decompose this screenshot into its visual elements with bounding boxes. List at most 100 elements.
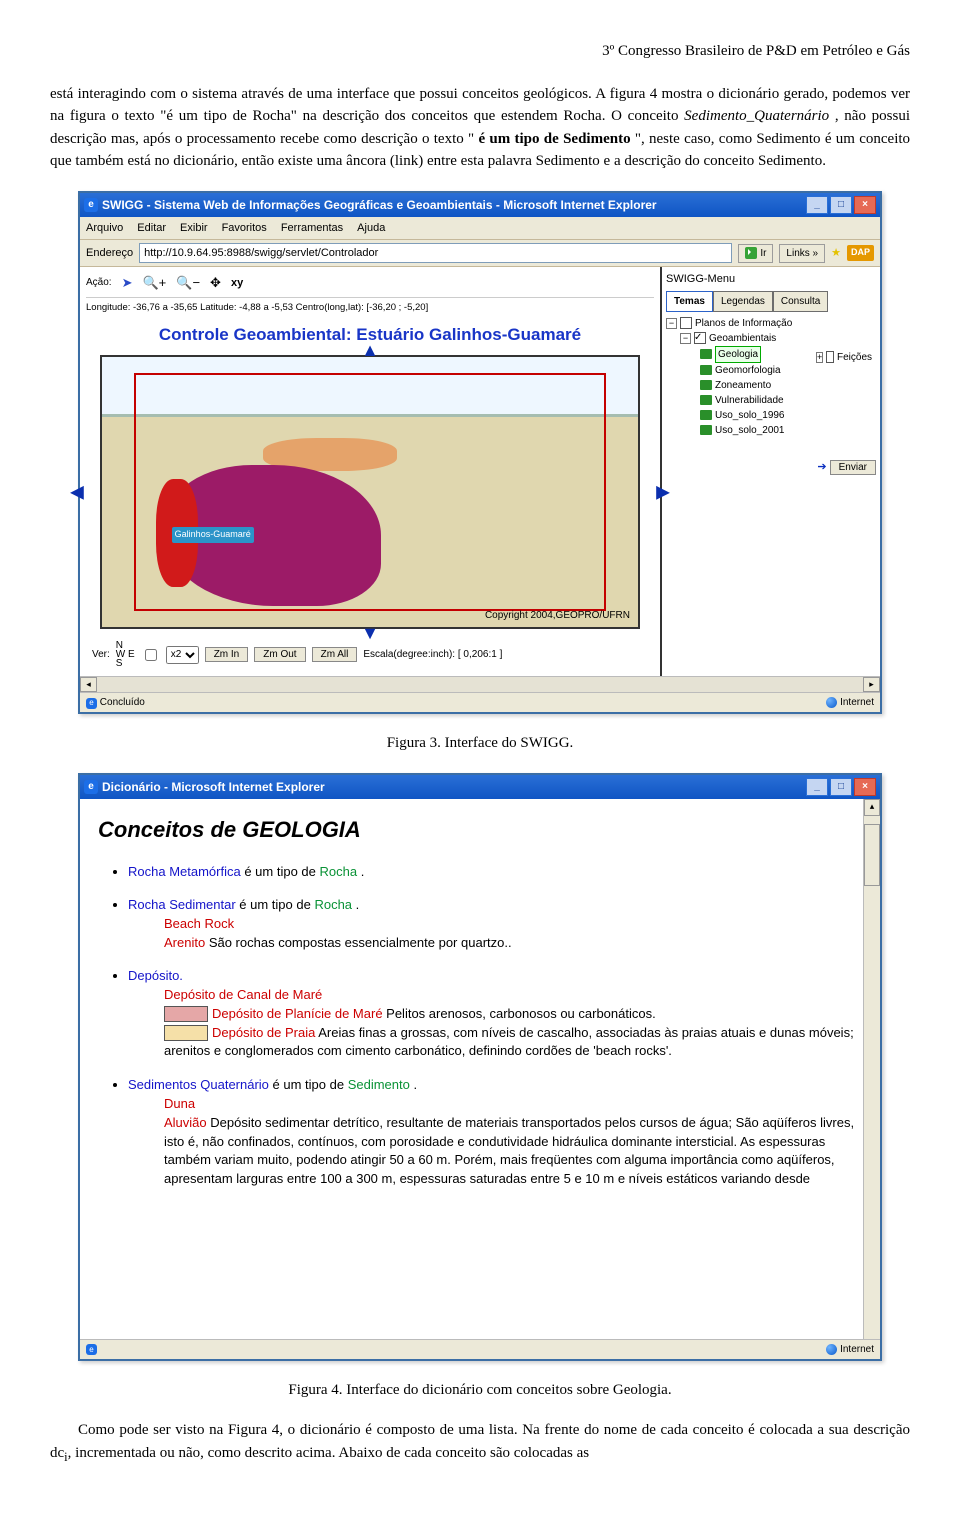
page-icon: e bbox=[86, 1344, 97, 1355]
subconcept: Depósito de Planície de Maré bbox=[212, 1006, 383, 1021]
compass-icon: NW ES bbox=[116, 641, 135, 668]
scroll-track[interactable] bbox=[97, 677, 863, 692]
ie-logo-icon: e bbox=[84, 780, 98, 794]
dap-button[interactable]: DAP bbox=[847, 245, 874, 261]
vscrollbar[interactable]: ▴ bbox=[863, 799, 880, 1339]
concept-link[interactable]: Rocha bbox=[314, 897, 352, 912]
subconcept-desc: Depósito sedimentar detrítico, resultant… bbox=[164, 1115, 854, 1187]
menu-arquivo[interactable]: Arquivo bbox=[86, 220, 123, 237]
maximize-button[interactable]: □ bbox=[830, 196, 852, 214]
tree-root[interactable]: Planos de Informação bbox=[695, 316, 792, 331]
nav-down-icon[interactable]: ▼ bbox=[361, 620, 379, 647]
scroll-thumb[interactable] bbox=[864, 824, 880, 886]
map-copyright: Copyright 2004,GEOPRO/UFRN bbox=[485, 608, 630, 623]
close-button[interactable]: × bbox=[854, 778, 876, 796]
layer-icon bbox=[700, 349, 712, 359]
layer-icon bbox=[700, 365, 712, 375]
hscrollbar[interactable]: ◂ ▸ bbox=[80, 676, 880, 692]
tree-check[interactable] bbox=[694, 332, 706, 344]
menu-ajuda[interactable]: Ajuda bbox=[357, 220, 385, 237]
dict-heading: Conceitos de GEOLOGIA bbox=[98, 813, 862, 846]
list-item: Sedimentos Quaternário é um tipo de Sedi… bbox=[128, 1075, 862, 1189]
layer-geologia[interactable]: Geologia bbox=[715, 346, 761, 363]
layer-icon bbox=[700, 410, 712, 420]
links-button[interactable]: Links » bbox=[779, 244, 825, 263]
item-rest: é um tipo de bbox=[236, 897, 315, 912]
swatch-icon bbox=[164, 1025, 208, 1041]
acao-label: Ação: bbox=[86, 275, 112, 290]
concept-link[interactable]: Sedimentos Quaternário bbox=[128, 1077, 269, 1092]
ver-checkbox[interactable] bbox=[145, 649, 157, 661]
pointer-icon[interactable]: ➤ bbox=[122, 273, 133, 293]
tree-feicoes[interactable]: Feições bbox=[837, 350, 872, 365]
zoom-all-button[interactable]: Zm All bbox=[312, 647, 358, 662]
layer-geomorf[interactable]: Geomorfologia bbox=[715, 363, 781, 378]
url-input[interactable] bbox=[139, 243, 732, 263]
nav-up-icon[interactable]: ▲ bbox=[361, 337, 379, 364]
minimize-button[interactable]: _ bbox=[806, 778, 828, 796]
layer-icon bbox=[700, 380, 712, 390]
page-header: 3º Congresso Brasileiro de P&D em Petról… bbox=[50, 40, 910, 63]
scroll-up-icon[interactable]: ▴ bbox=[864, 799, 880, 816]
layer-uso96[interactable]: Uso_solo_1996 bbox=[715, 408, 785, 423]
ie-content: Ação: ➤ 🔍+ 🔍− ✥ xy Longitude: -36,76 a -… bbox=[80, 267, 880, 692]
nav-left-icon[interactable]: ◀ bbox=[70, 479, 84, 506]
nav-right-icon[interactable]: ▶ bbox=[656, 479, 670, 506]
swigg-toolbar: Ação: ➤ 🔍+ 🔍− ✥ xy bbox=[86, 271, 654, 298]
layer-vuln[interactable]: Vulnerabilidade bbox=[715, 393, 784, 408]
map-label: Galinhos-Guamaré bbox=[172, 527, 254, 543]
tree-check[interactable] bbox=[826, 351, 834, 363]
menu-ferramentas[interactable]: Ferramentas bbox=[281, 220, 343, 237]
tree-toggle-icon[interactable]: − bbox=[680, 333, 691, 344]
statusbar: e Concluído Internet bbox=[80, 692, 880, 712]
concept-link[interactable]: Depósito. bbox=[128, 968, 183, 983]
close-button[interactable]: × bbox=[854, 196, 876, 214]
tree-check[interactable] bbox=[680, 317, 692, 329]
paragraph-1: está interagindo com o sistema através d… bbox=[50, 83, 910, 173]
star-icon[interactable]: ★ bbox=[831, 245, 841, 262]
figure-4-caption: Figura 4. Interface do dicionário com co… bbox=[50, 1379, 910, 1402]
zoom-in-icon[interactable]: 🔍+ bbox=[142, 273, 166, 293]
tree-toggle-icon[interactable]: − bbox=[666, 318, 677, 329]
pan-icon[interactable]: ✥ bbox=[210, 273, 221, 293]
map-canvas[interactable]: Galinhos-Guamaré Copyright 2004,GEOPRO/U… bbox=[100, 355, 640, 629]
menu-exibir[interactable]: Exibir bbox=[180, 220, 208, 237]
list-item: Rocha Sedimentar é um tipo de Rocha . Be… bbox=[128, 895, 862, 952]
window-title: Dicionário - Microsoft Internet Explorer bbox=[102, 778, 325, 796]
coords-text: Longitude: -36,76 a -35,65 Latitude: -4,… bbox=[86, 298, 654, 318]
tree-toggle-icon[interactable]: + bbox=[816, 352, 823, 363]
tree-group[interactable]: Geoambientais bbox=[709, 331, 776, 346]
layer-uso01[interactable]: Uso_solo_2001 bbox=[715, 423, 785, 438]
layer-zone[interactable]: Zoneamento bbox=[715, 378, 771, 393]
page-icon: e bbox=[86, 698, 97, 709]
concept-link[interactable]: Rocha bbox=[320, 864, 358, 879]
xy-icon[interactable]: xy bbox=[231, 275, 243, 292]
status-text: Concluído bbox=[100, 697, 145, 708]
zoom-out-button[interactable]: Zm Out bbox=[254, 647, 305, 662]
concept-link[interactable]: Rocha Metamórfica bbox=[128, 864, 241, 879]
zoom-select[interactable]: x2 bbox=[166, 646, 199, 664]
item-rest: é um tipo de bbox=[269, 1077, 348, 1092]
minimize-button[interactable]: _ bbox=[806, 196, 828, 214]
tab-consulta[interactable]: Consulta bbox=[773, 291, 828, 312]
concept-link[interactable]: Sedimento bbox=[348, 1077, 410, 1092]
ie-window-dict: e Dicionário - Microsoft Internet Explor… bbox=[78, 773, 882, 1361]
menu-favoritos[interactable]: Favoritos bbox=[222, 220, 267, 237]
header-text: 3º Congresso Brasileiro de P&D em Petról… bbox=[602, 43, 910, 59]
maximize-button[interactable]: □ bbox=[830, 778, 852, 796]
menubar: Arquivo Editar Exibir Favoritos Ferramen… bbox=[80, 217, 880, 241]
tab-temas[interactable]: Temas bbox=[666, 291, 713, 312]
subconcept: Duna bbox=[164, 1096, 195, 1111]
subconcept-desc: São rochas compostas essencialmente por … bbox=[205, 935, 511, 950]
enviar-button[interactable]: Enviar bbox=[830, 460, 876, 475]
ie-logo-icon: e bbox=[84, 198, 98, 212]
concept-link[interactable]: Rocha Sedimentar bbox=[128, 897, 236, 912]
zoom-in-button[interactable]: Zm In bbox=[205, 647, 249, 662]
go-button[interactable]: Ir bbox=[738, 244, 773, 263]
zoom-out-icon[interactable]: 🔍− bbox=[176, 273, 200, 293]
menu-editar[interactable]: Editar bbox=[137, 220, 166, 237]
scale-text: Escala(degree:inch): [ 0,206:1 ] bbox=[363, 647, 502, 662]
scroll-right-icon[interactable]: ▸ bbox=[863, 677, 880, 692]
scroll-left-icon[interactable]: ◂ bbox=[80, 677, 97, 692]
tab-legendas[interactable]: Legendas bbox=[713, 291, 773, 312]
